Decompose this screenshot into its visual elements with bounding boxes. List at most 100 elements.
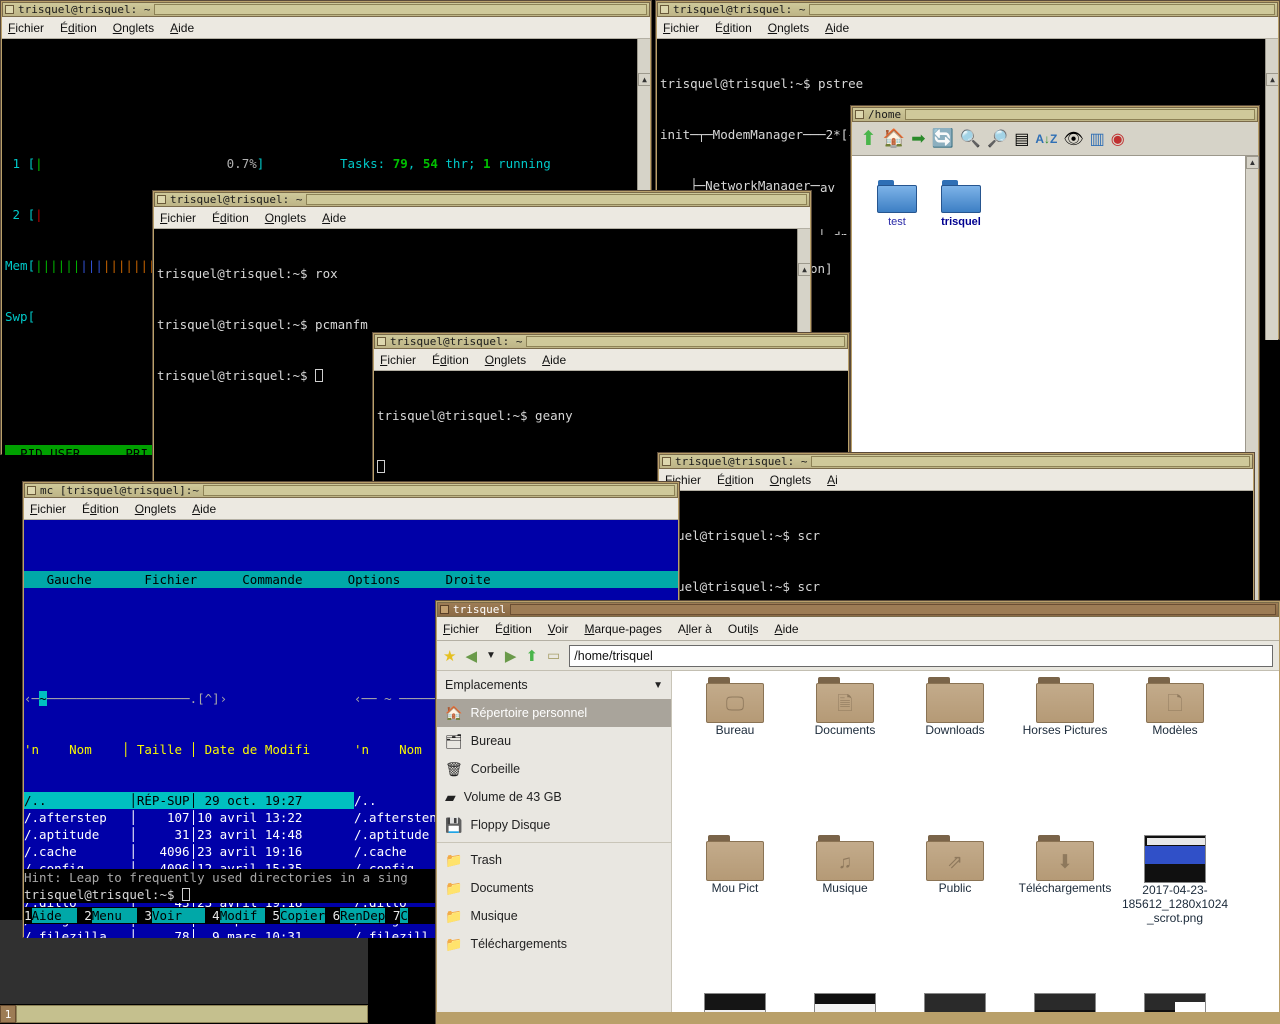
menu-fichier[interactable]: Fichier [8,21,44,35]
bookmark-star-icon[interactable]: ★ [443,647,456,665]
file-folder-item[interactable]: 🗋Modèles [1120,677,1230,737]
file-folder-item[interactable]: 🖵Bureau [680,677,790,737]
menubar-mc[interactable]: Fichier Édition Onglets Aide [24,498,678,520]
back-arrow-icon[interactable]: ◀ [465,647,477,665]
sidebar-header[interactable]: Emplacements ▼ [437,671,671,699]
menu-onglets[interactable]: Onglets [768,21,809,35]
menu-fichier[interactable]: Fichier [443,622,479,636]
menu-onglets[interactable]: Onglets [485,353,526,367]
titlebar-rox[interactable]: /home [852,107,1258,122]
path-input[interactable]: /home/trisquel [569,645,1273,667]
menubar-pstree[interactable]: Fichier Édition Onglets Aide [657,17,1278,39]
file-folder-item[interactable]: ⇗Public [900,835,1010,895]
window-menu-icon[interactable] [660,5,669,14]
file-folder-item[interactable]: Mou Pict [680,835,790,895]
window-menu-icon[interactable] [662,457,671,466]
menu-aide[interactable]: Ai [827,473,838,487]
pcmanfm-toolbar[interactable]: ★ ◀ ▼ ▶ ⬆ ▭ /home/trisquel [437,641,1279,671]
taskbar-strip[interactable] [16,1005,368,1023]
titlebar-mc[interactable]: mc [trisquel@trisquel]:~ [24,483,678,498]
rox-toolbar[interactable]: ⬆ 🏠 ➡ 🔄 🔍 🔎 ▤ A↓Z 👁 ▥ ◉ [852,122,1258,156]
file-image-item[interactable]: 2017-04-5_1280x ot [790,993,900,1012]
menu-aide[interactable]: Aide [192,502,216,516]
menu-aide[interactable]: Aide [170,21,194,35]
menu-onglets[interactable]: Onglets [265,211,306,225]
menu-aide[interactable]: Aide [775,622,799,636]
file-folder-item[interactable]: ♫Musique [790,835,900,895]
titlebar-scrot-terminal[interactable]: trisquel@trisquel: ~ [659,454,1253,469]
mc-menu-options[interactable]: Options [348,572,401,587]
titlebar-pcmanfm[interactable]: trisquel [437,602,1279,617]
up-arrow-icon[interactable]: ⬆ [525,647,538,665]
file-image-item[interactable]: 2017-04-23-192800_1280x1024_scr [1010,993,1120,1012]
window-menu-icon[interactable] [5,5,14,14]
titlebar-pstree[interactable]: trisquel@trisquel: ~ [657,2,1278,17]
menu-edition[interactable]: Édition [495,622,532,636]
list-item[interactable]: test [866,180,928,228]
menu-voir[interactable]: Voir [548,622,569,636]
pcmanfm-file-area[interactable]: 🖵Bureau🗎DocumentsDownloadsHorses Picture… [672,671,1279,1012]
scroll-up-arrow[interactable]: ▲ [1266,73,1278,86]
menu-onglets[interactable]: Onglets [770,473,811,487]
menu-edition[interactable]: Édition [715,21,752,35]
mc-menubar[interactable]: Gauche Fichier Commande Options Droite [24,571,678,588]
details-list-icon[interactable]: ▤ [1014,129,1029,149]
bookmarks-icon[interactable]: ➡ [911,129,925,149]
refresh-icon[interactable]: 🔄 [931,128,953,149]
menu-edition[interactable]: Édition [60,21,97,35]
thumbnails-icon[interactable]: ▥ [1090,129,1105,149]
file-folder-item[interactable]: Horses Pictures [1010,677,1120,737]
window-menu-icon[interactable] [27,486,36,495]
forward-arrow-icon[interactable]: ▶ [505,647,517,665]
window-pcmanfm[interactable]: trisquel Fichier Édition Voir Marque-pag… [435,600,1280,1024]
menu-fichier[interactable]: Fichier [160,211,196,225]
menu-fichier[interactable]: Fichier [663,21,699,35]
sidebar-item-telechargements[interactable]: 📁 Téléchargements [437,930,671,958]
sidebar-item-musique[interactable]: 📁 Musique [437,902,671,930]
window-menu-icon[interactable] [855,110,864,119]
table-row[interactable]: /.filezilla │ 78│ 9 mars 10:31 [24,928,354,938]
table-row[interactable]: /.afterstep │ 107│10 avril 13:22 [24,809,354,826]
window-scrot-terminal[interactable]: trisquel@trisquel: ~ Fichier Édition Ong… [657,452,1255,604]
menubar-launch-terminal[interactable]: Fichier Édition Onglets Aide [154,207,810,229]
menu-onglets[interactable]: Onglets [113,21,154,35]
file-image-item[interactable]: 2017-04-23-185612_1280x1024_scrot.png [1120,835,1230,925]
list-item[interactable]: trisquel [930,180,992,228]
scrollbar-vertical[interactable]: ▲ [1265,39,1278,340]
menu-aller-a[interactable]: Aller à [678,622,712,636]
mc-menu-fichier[interactable]: Fichier [144,572,197,587]
window-menu-icon[interactable] [157,195,166,204]
mc-menu-commande[interactable]: Commande [242,572,302,587]
sidebar-item-documents[interactable]: 📁 Documents [437,874,671,902]
menu-fichier[interactable]: Fichier [380,353,416,367]
up-arrow-icon[interactable]: ⬆ [860,126,877,151]
file-image-item[interactable]: 2017-04-23-192925_1280x1024_scr [1120,993,1230,1012]
scrot-terminal-body[interactable]: squel@trisquel:~$ scr squel@trisquel:~$ … [659,491,1253,604]
menu-edition[interactable]: Édition [82,502,119,516]
sidebar-item-floppy[interactable]: 💾 Floppy Disque [437,811,671,839]
window-menu-icon[interactable] [377,337,386,346]
menubar-htop[interactable]: Fichier Édition Onglets Aide [2,17,650,39]
menu-aide[interactable]: Aide [542,353,566,367]
scroll-up-arrow[interactable]: ▲ [638,73,650,86]
table-row[interactable]: /.cache │ 4096│23 avril 19:16 [24,843,354,860]
zoom-in-icon[interactable]: 🔍 [960,129,981,149]
sidebar-item-home[interactable]: 🏠 Répertoire personnel [437,699,671,727]
window-menu-icon[interactable] [440,605,449,614]
menu-aide[interactable]: Aide [825,21,849,35]
mc-menu-gauche[interactable]: Gauche [47,572,92,587]
sort-az-icon[interactable]: A↓Z [1035,132,1057,146]
file-image-item[interactable]: 2017-04-23-185902_1280x1024_scrot.png [680,993,790,1012]
file-image-item[interactable]: 2017-04-23-192417_1280x1024_scr [900,993,1010,1012]
menu-edition[interactable]: Édition [432,353,469,367]
menu-edition[interactable]: Édition [212,211,249,225]
show-hidden-eye-icon[interactable]: 👁 [1063,129,1083,149]
scroll-up-arrow[interactable]: ▲ [1246,156,1259,169]
menu-outils[interactable]: Outils [728,622,759,636]
table-row[interactable]: /.aptitude │ 31│23 avril 14:48 [24,826,354,843]
folder-icon[interactable]: ▭ [547,647,560,664]
table-row[interactable]: /.. │RÉP-SUP│ 29 oct. 19:27 [24,792,354,809]
menubar-geany-terminal[interactable]: Fichier Édition Onglets Aide [374,349,848,371]
menu-marque-pages[interactable]: Marque-pages [584,622,661,636]
menubar-pcmanfm[interactable]: Fichier Édition Voir Marque-pages Aller … [437,617,1279,641]
